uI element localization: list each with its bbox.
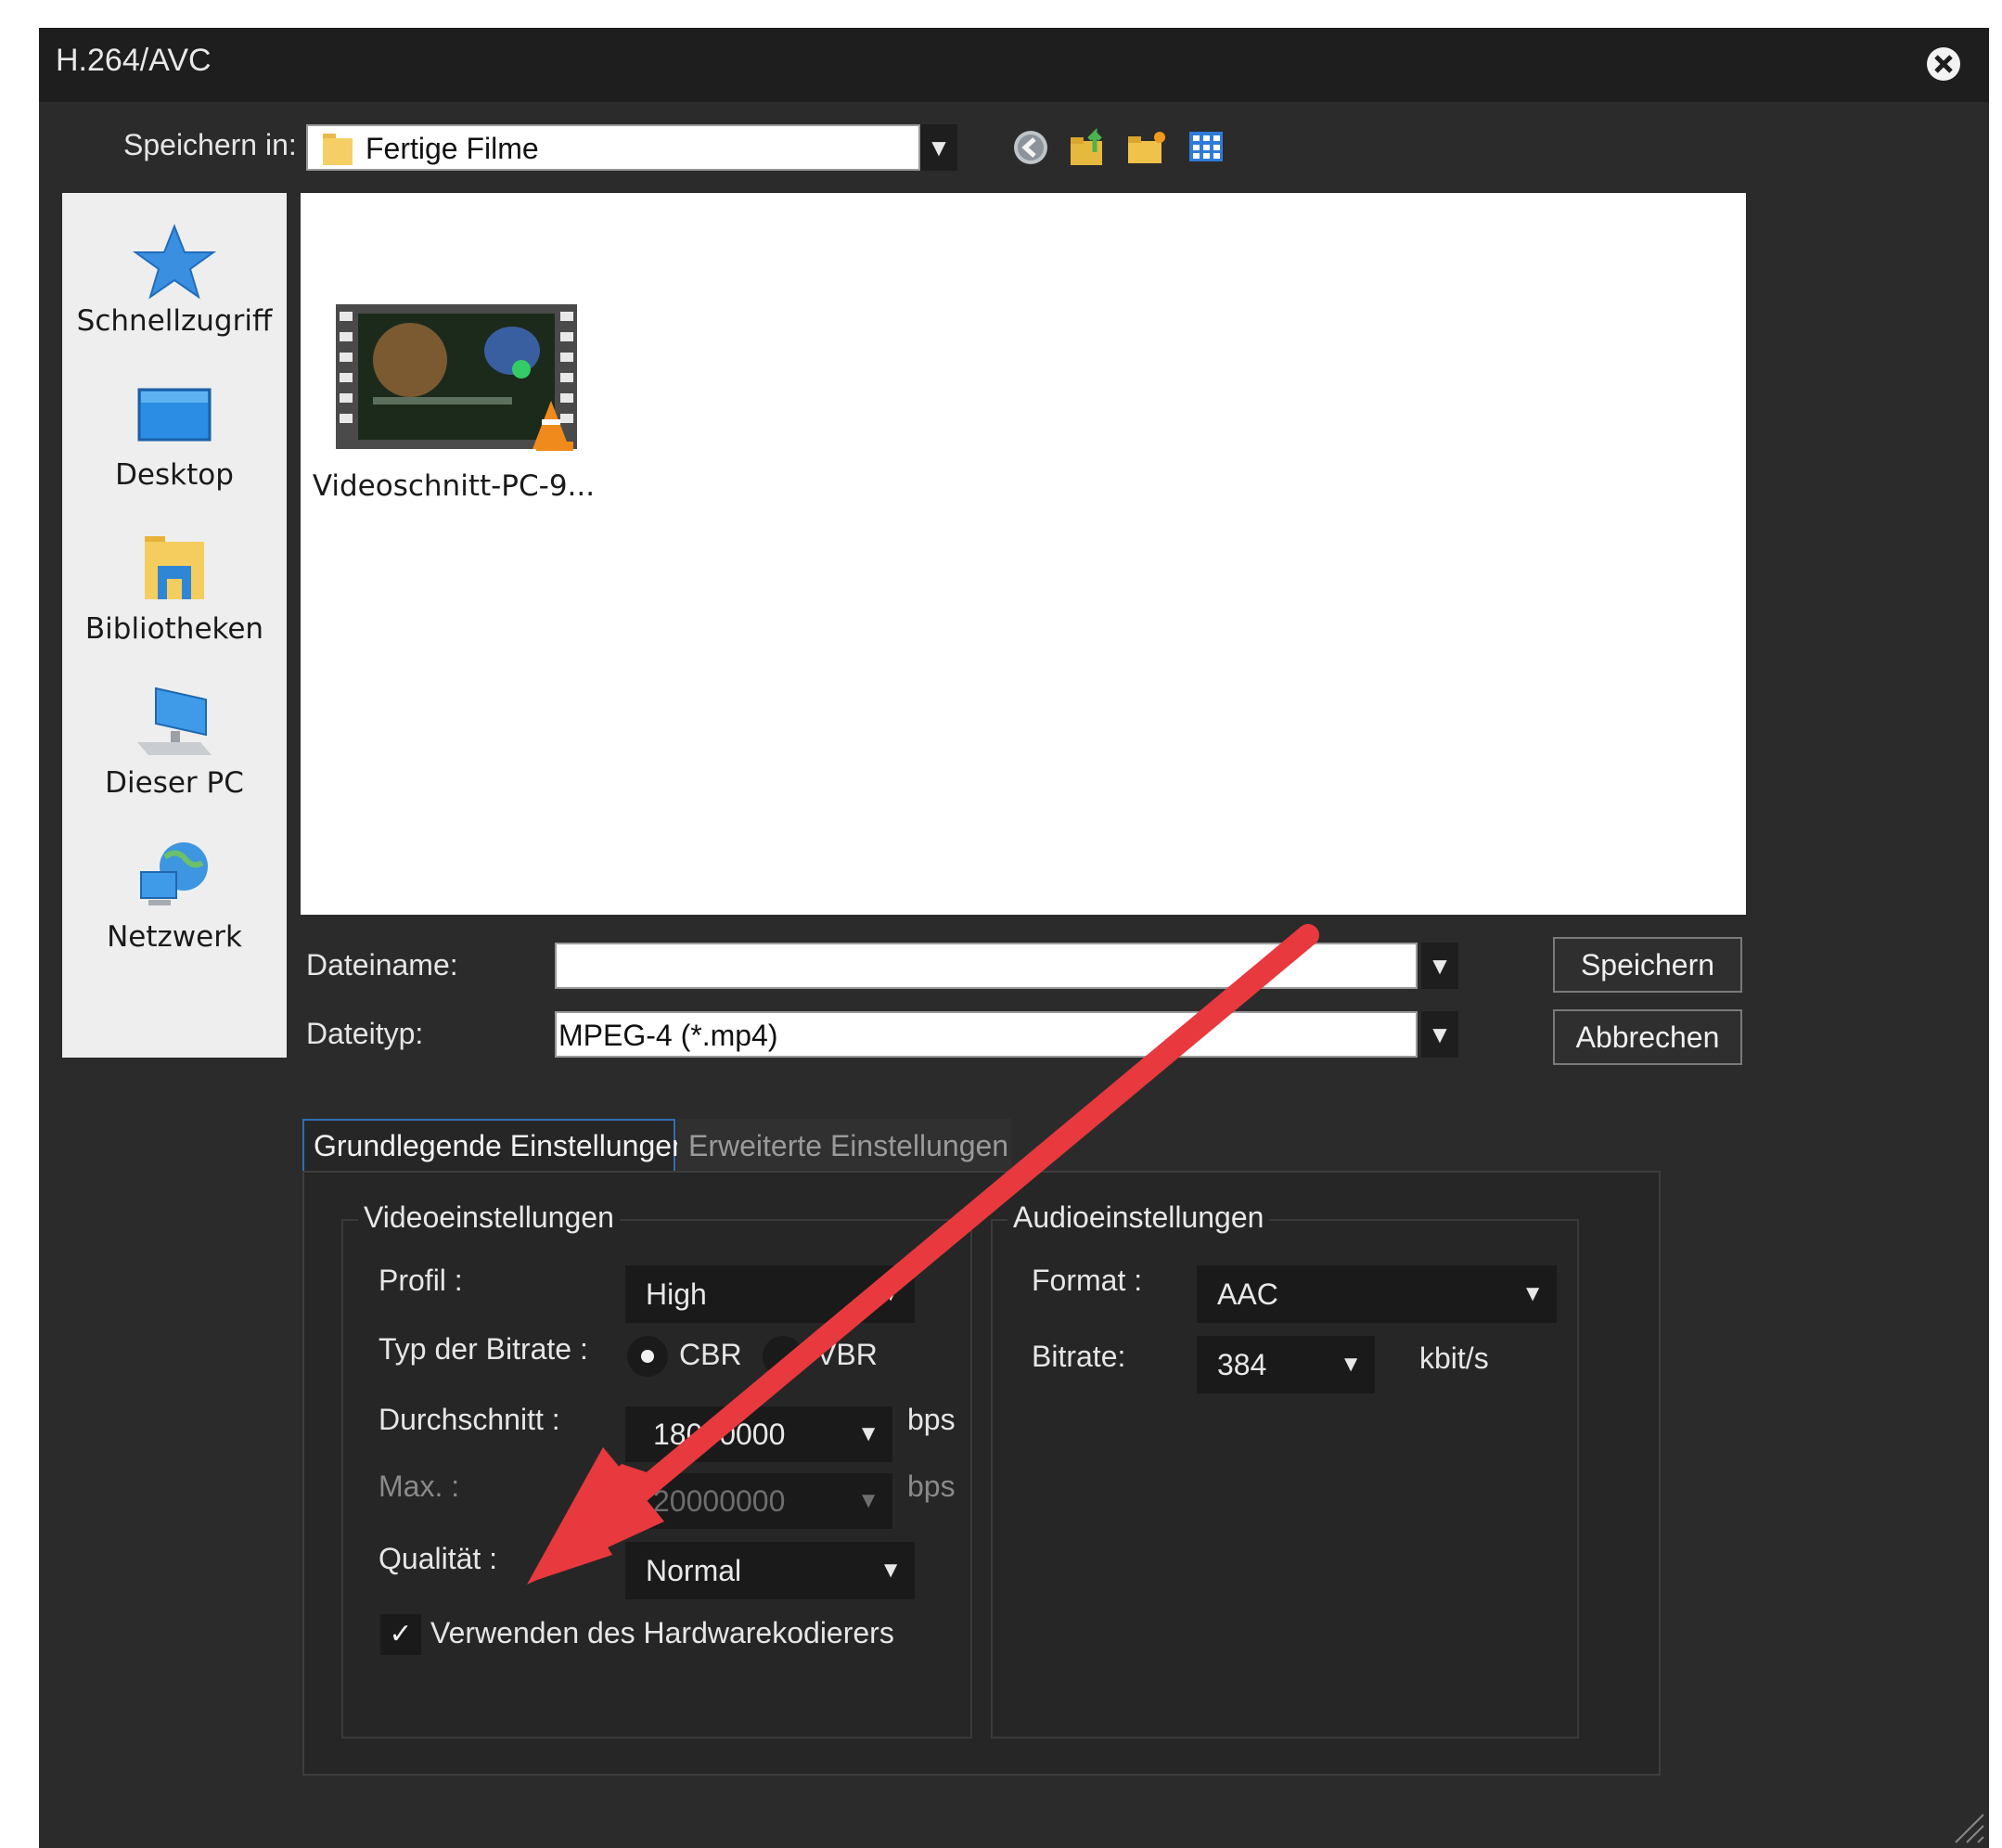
vbr-radio[interactable] xyxy=(763,1336,803,1377)
vbr-label: VBR xyxy=(816,1338,878,1371)
quality-label: Qualität : xyxy=(379,1542,498,1575)
title-bar: H.264/AVC xyxy=(39,28,1989,102)
close-button[interactable] xyxy=(1920,41,1967,87)
chevron-down-icon: ▼ xyxy=(1428,1020,1452,1048)
save-in-dropdown[interactable]: ▼ xyxy=(920,124,957,171)
place-label: Schnellzugriff xyxy=(76,304,273,338)
window-title: H.264/AVC xyxy=(56,43,212,78)
filetype-label: Dateityp: xyxy=(306,1017,424,1050)
cbr-radio[interactable] xyxy=(627,1336,668,1377)
chevron-down-icon: ▼ xyxy=(857,1421,879,1446)
chevron-down-icon: ▼ xyxy=(879,1281,902,1306)
quality-value: Normal xyxy=(646,1554,742,1587)
checkmark-icon: ✓ xyxy=(389,1619,413,1649)
save-in-label: Speichern in: xyxy=(123,128,297,161)
save-in-value: Fertige Filme xyxy=(366,132,539,165)
place-desktop[interactable]: Desktop xyxy=(62,373,287,521)
max-label: Max. : xyxy=(379,1469,460,1503)
new-folder-icon xyxy=(1128,132,1165,163)
chevron-down-icon: ▼ xyxy=(1521,1281,1544,1306)
cbr-label: CBR xyxy=(679,1338,742,1371)
place-libraries[interactable]: Bibliotheken xyxy=(62,527,287,675)
chevron-down-icon: ▼ xyxy=(1428,952,1452,980)
place-label: Bibliotheken xyxy=(84,612,264,646)
video-settings-title: Videoeinstellungen xyxy=(358,1200,620,1235)
resize-grip-icon[interactable] xyxy=(1948,1807,1985,1844)
chevron-down-icon: ▼ xyxy=(1340,1352,1362,1377)
filename-label: Dateiname: xyxy=(306,948,458,982)
place-network[interactable]: Netzwerk xyxy=(62,835,287,983)
filetype-value: MPEG-4 (*.mp4) xyxy=(558,1019,778,1052)
average-bitrate-select[interactable]: 18000000 ▼ xyxy=(625,1406,892,1462)
libraries-icon xyxy=(145,536,204,599)
filename-input[interactable] xyxy=(555,943,1418,989)
max-bitrate-select[interactable]: 20000000 ▼ xyxy=(625,1473,892,1529)
up-folder-icon xyxy=(1071,127,1102,165)
view-menu-icon xyxy=(1189,132,1223,161)
filetype-select[interactable]: MPEG-4 (*.mp4) xyxy=(555,1011,1418,1058)
average-unit: bps xyxy=(907,1403,956,1436)
tab-advanced-settings[interactable]: Erweiterte Einstellungen xyxy=(677,1119,1011,1173)
star-icon xyxy=(132,224,217,300)
hardware-encoder-checkbox[interactable]: ✓ xyxy=(380,1614,421,1655)
chevron-down-icon: ▼ xyxy=(857,1488,879,1513)
filename-dropdown[interactable]: ▼ xyxy=(1421,943,1458,989)
chevron-down-icon: ▼ xyxy=(879,1558,902,1583)
profile-label: Profil : xyxy=(379,1264,463,1297)
quality-select[interactable]: Normal ▼ xyxy=(625,1542,915,1599)
place-label: Netzwerk xyxy=(107,920,242,954)
place-label: Desktop xyxy=(115,458,234,492)
bitrate-type-label: Typ der Bitrate : xyxy=(379,1332,588,1366)
place-quick-access[interactable]: Schnellzugriff xyxy=(62,219,287,367)
filetype-dropdown[interactable]: ▼ xyxy=(1421,1011,1458,1058)
places-bar: Schnellzugriff Desktop Bibliotheken Dies… xyxy=(62,193,287,1058)
cancel-button[interactable]: Abbrechen xyxy=(1553,1009,1742,1065)
up-folder-button[interactable] xyxy=(1067,124,1113,171)
audio-bitrate-unit: kbit/s xyxy=(1419,1341,1489,1375)
max-bitrate-value: 20000000 xyxy=(653,1484,786,1518)
save-in-combo[interactable]: Fertige Filme xyxy=(306,124,920,171)
average-label: Durchschnitt : xyxy=(379,1403,560,1436)
audio-bitrate-label: Bitrate: xyxy=(1032,1340,1126,1373)
max-unit: bps xyxy=(907,1469,956,1503)
tab-basic-settings[interactable]: Grundlegende Einstellungen xyxy=(302,1119,688,1173)
save-button[interactable]: Speichern xyxy=(1553,937,1742,993)
view-menu-button[interactable] xyxy=(1184,124,1230,171)
place-label: Dieser PC xyxy=(105,766,244,800)
audio-bitrate-value: 384 xyxy=(1217,1348,1267,1381)
close-icon xyxy=(1927,47,1960,81)
format-label: Format : xyxy=(1032,1264,1143,1297)
export-dialog: H.264/AVC Speichern in: Fertige Filme ▼ xyxy=(39,28,1989,1848)
computer-icon xyxy=(137,687,212,755)
back-icon xyxy=(1014,131,1047,164)
audio-format-value: AAC xyxy=(1217,1277,1278,1311)
audio-format-select[interactable]: AAC ▼ xyxy=(1197,1265,1557,1323)
audio-settings-title: Audioeinstellungen xyxy=(1007,1200,1270,1235)
average-bitrate-value: 18000000 xyxy=(653,1418,786,1451)
network-icon xyxy=(140,842,208,905)
hardware-encoder-label: Verwenden des Hardwarekodierers xyxy=(430,1616,894,1649)
profile-value: High xyxy=(646,1277,707,1311)
profile-select[interactable]: High ▼ xyxy=(625,1265,915,1323)
file-name: Videoschnitt-PC-9... xyxy=(312,469,596,503)
video-file-icon xyxy=(336,304,577,451)
file-item[interactable]: Videoschnitt-PC-9... xyxy=(310,304,597,518)
folder-icon xyxy=(323,134,353,165)
audio-bitrate-select[interactable]: 384 ▼ xyxy=(1197,1336,1375,1393)
new-folder-button[interactable] xyxy=(1124,124,1171,171)
desktop-icon xyxy=(137,388,212,442)
back-button[interactable] xyxy=(1009,126,1052,169)
settings-panel: Videoeinstellungen Audioeinstellungen Pr… xyxy=(302,1171,1661,1776)
chevron-down-icon: ▼ xyxy=(927,134,951,161)
place-this-pc[interactable]: Dieser PC xyxy=(62,681,287,829)
file-list[interactable]: Videoschnitt-PC-9... xyxy=(301,193,1746,915)
